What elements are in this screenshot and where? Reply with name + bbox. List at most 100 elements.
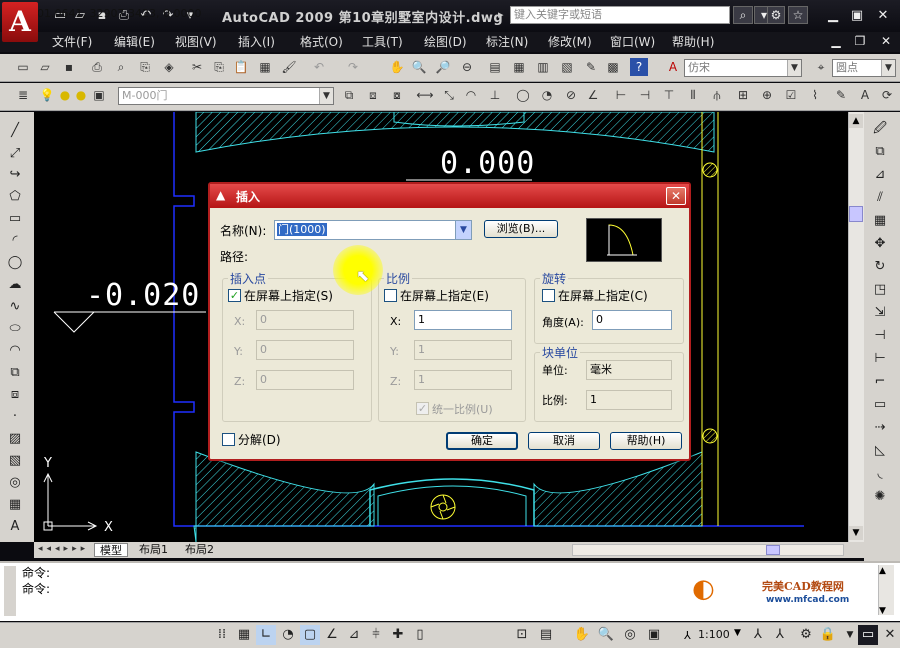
dialog-title-bar[interactable]: [210, 184, 689, 208]
arc-length-icon[interactable]: ◠: [462, 86, 480, 104]
dim-update-icon[interactable]: ⟳: [878, 86, 896, 104]
scale-x-field[interactable]: 1: [414, 310, 512, 330]
text-style-combo[interactable]: 仿宋 ▼: [684, 59, 802, 77]
grid-icon[interactable]: ▦: [234, 625, 254, 645]
layout-view-icon[interactable]: ▤: [536, 625, 556, 645]
ok-button[interactable]: 确定: [446, 432, 518, 450]
stretch-icon[interactable]: ⇲: [870, 304, 890, 322]
polygon-icon[interactable]: ⬠: [5, 188, 25, 206]
line-icon[interactable]: ╱: [5, 122, 25, 140]
rectangle-icon[interactable]: ▭: [5, 210, 25, 228]
ortho-icon[interactable]: ∟: [256, 625, 276, 645]
name-dropdown-icon[interactable]: ▼: [455, 221, 471, 239]
doc-close-icon[interactable]: ✕: [876, 34, 896, 48]
zoom-status-icon[interactable]: 🔍: [596, 625, 616, 645]
menu-format[interactable]: 格式(O): [300, 33, 343, 50]
doc-restore-icon[interactable]: ❐: [850, 34, 870, 48]
explode-checkbox[interactable]: [222, 433, 235, 446]
menu-file[interactable]: 文件(F): [52, 33, 92, 50]
gradient-icon[interactable]: ▧: [5, 452, 25, 470]
quick-dim-icon[interactable]: ⊢: [612, 86, 630, 104]
point-icon[interactable]: ·: [5, 408, 25, 426]
continue-dim-icon[interactable]: ⊤: [660, 86, 678, 104]
application-menu-button[interactable]: A: [2, 2, 38, 42]
command-scroll-up-icon[interactable]: ▲: [879, 566, 886, 576]
open-icon[interactable]: ▱: [36, 58, 54, 76]
annotation-scale-icon[interactable]: ⅄: [684, 629, 691, 642]
calculator-icon[interactable]: ▩: [604, 58, 622, 76]
lineweight-icon[interactable]: ✚: [388, 625, 408, 645]
command-scroll-down-icon[interactable]: ▼: [879, 606, 886, 616]
annotation-visibility-icon[interactable]: ⅄: [748, 625, 768, 645]
vscroll-thumb[interactable]: [849, 206, 863, 222]
construction-line-icon[interactable]: ⤢: [5, 145, 25, 163]
fillet-icon[interactable]: ◟: [870, 465, 890, 483]
make-current-icon[interactable]: ⧉: [340, 86, 358, 104]
layer-previous-icon[interactable]: ⧈: [364, 86, 382, 104]
menu-dimension[interactable]: 标注(N): [486, 33, 528, 50]
jogged-dim-icon[interactable]: ◔: [538, 86, 556, 104]
command-prompt[interactable]: 命令:: [22, 580, 50, 597]
angular-dim-icon[interactable]: ∠: [584, 86, 602, 104]
vertical-scrollbar[interactable]: [848, 112, 864, 542]
dyn-icon[interactable]: ⫩: [366, 625, 386, 645]
pan-icon[interactable]: ✋: [388, 58, 406, 76]
showmotion-icon[interactable]: ▣: [644, 625, 664, 645]
otrack-icon[interactable]: ∠: [322, 625, 342, 645]
ordinate-dim-icon[interactable]: ⊥: [486, 86, 504, 104]
communication-center-icon[interactable]: ⚙: [767, 6, 785, 24]
polar-icon[interactable]: ◔: [278, 625, 298, 645]
menu-modify[interactable]: 修改(M): [548, 33, 592, 50]
paste-block-icon[interactable]: ▦: [256, 58, 274, 76]
multiline-text-icon[interactable]: A: [5, 518, 25, 536]
properties-icon[interactable]: ▤: [486, 58, 504, 76]
scroll-down-icon[interactable]: ▼: [849, 526, 863, 540]
command-window-grip[interactable]: [4, 566, 16, 616]
snap-icon[interactable]: ⁞⁞: [212, 625, 232, 645]
pan-status-icon[interactable]: ✋: [572, 625, 592, 645]
text-style-icon[interactable]: A: [664, 58, 682, 76]
tab-layout2[interactable]: 布局2: [180, 543, 219, 557]
publish-icon[interactable]: ⎘: [136, 58, 154, 76]
coordinate-readout[interactable]: 49901.0641, 32907.3423, 0.0000: [16, 7, 201, 20]
scale-onscreen-checkbox[interactable]: [384, 289, 397, 302]
move-icon[interactable]: ✥: [870, 235, 890, 253]
save-toolbar-icon[interactable]: ▪: [60, 58, 78, 76]
favorites-icon[interactable]: ☆: [788, 6, 808, 24]
angle-field[interactable]: 0: [592, 310, 672, 330]
explode-icon[interactable]: ✺: [870, 488, 890, 506]
scroll-up-icon[interactable]: ▲: [849, 114, 863, 128]
steering-wheel-icon[interactable]: ◎: [620, 625, 640, 645]
extend-icon[interactable]: ⊢: [870, 350, 890, 368]
hatch-icon[interactable]: ▨: [5, 430, 25, 448]
tool-palettes-icon[interactable]: ▥: [534, 58, 552, 76]
tab-nav-icon[interactable]: ◂◂◂▸▸▸: [38, 544, 89, 554]
tolerance-icon[interactable]: ⊞: [734, 86, 752, 104]
dim-style-combo[interactable]: 圆点 ▼: [832, 59, 896, 77]
center-mark-icon[interactable]: ⊕: [758, 86, 776, 104]
dim-style-icon[interactable]: ⌖: [812, 58, 830, 76]
radius-dim-icon[interactable]: ◯: [514, 86, 532, 104]
workspace-icon[interactable]: ⚙: [796, 625, 816, 645]
break-icon[interactable]: ▭: [870, 396, 890, 414]
markup-icon[interactable]: ✎: [582, 58, 600, 76]
layer-manager-icon[interactable]: ≣: [14, 86, 32, 104]
sheet-set-icon[interactable]: ▧: [558, 58, 576, 76]
match-properties-icon[interactable]: 🖌: [280, 58, 298, 76]
ellipse-arc-icon[interactable]: ◠: [5, 342, 25, 360]
scale-y-field[interactable]: 1: [414, 340, 512, 360]
table-icon[interactable]: ▦: [5, 496, 25, 514]
browse-button[interactable]: 浏览(B)...: [484, 220, 558, 238]
copy-icon[interactable]: ⎘: [210, 58, 228, 76]
redo-toolbar-icon[interactable]: ↷: [344, 58, 362, 76]
cancel-button[interactable]: 取消: [528, 432, 600, 450]
dim-space-icon[interactable]: ⫴: [684, 86, 702, 104]
status-menu-icon[interactable]: ▼: [840, 625, 860, 645]
paste-icon[interactable]: 📋: [232, 58, 250, 76]
insertion-z-field[interactable]: 0: [256, 370, 354, 390]
block-name-combo[interactable]: 门(1000) ▼: [274, 220, 472, 240]
model-space-icon[interactable]: ⊡: [512, 625, 532, 645]
zoom-window-icon[interactable]: 🔎: [434, 58, 452, 76]
auto-scale-icon[interactable]: ⅄: [770, 625, 790, 645]
mirror-icon[interactable]: ⊿: [870, 166, 890, 184]
